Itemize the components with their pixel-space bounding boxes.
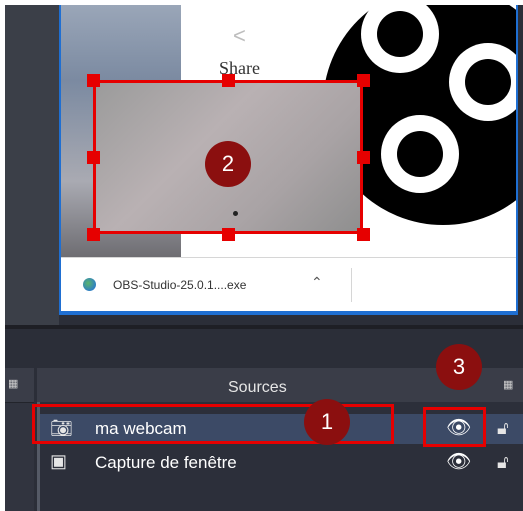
- annotation-badge-2: 2: [205, 141, 251, 187]
- divider: [351, 268, 352, 302]
- sources-title: Sources: [228, 379, 287, 396]
- obs-logo-dot: [465, 59, 511, 105]
- webcam-dot: [233, 211, 238, 216]
- float-dock-icon[interactable]: ▦: [8, 377, 18, 390]
- float-dock-icon[interactable]: ▦: [503, 378, 513, 391]
- resize-handle-bottom-right[interactable]: [357, 228, 370, 241]
- eye-icon[interactable]: 👁︎: [446, 449, 471, 474]
- resize-handle-top-left[interactable]: [87, 74, 100, 87]
- preview-side-strip: [5, 5, 59, 325]
- resize-handle-top-right[interactable]: [357, 74, 370, 87]
- share-icon: <: [233, 23, 246, 48]
- lock-icon[interactable]: 🔓︎: [497, 418, 509, 439]
- globe-icon: [83, 278, 96, 291]
- highlight-visibility-toggle: [423, 407, 486, 447]
- download-bar: OBS-Studio-25.0.1....exe ⌃: [61, 257, 516, 311]
- obs-logo-dot: [377, 11, 423, 57]
- resize-handle-top[interactable]: [222, 74, 235, 87]
- source-label: Capture de fenêtre: [95, 453, 237, 472]
- annotation-badge-3: 3: [436, 344, 482, 390]
- resize-handle-right[interactable]: [357, 151, 370, 164]
- resize-handle-left[interactable]: [87, 151, 100, 164]
- resize-handle-bottom[interactable]: [222, 228, 235, 241]
- dock-splitter[interactable]: [5, 325, 523, 329]
- download-filename[interactable]: OBS-Studio-25.0.1....exe: [113, 278, 246, 292]
- resize-handle-bottom-left[interactable]: [87, 228, 100, 241]
- chevron-up-icon[interactable]: ⌃: [311, 274, 323, 291]
- window-icon: ▣: [50, 451, 68, 471]
- obs-logo-dot: [397, 131, 443, 177]
- annotation-badge-1: 1: [304, 399, 350, 445]
- lock-icon[interactable]: 🔓︎: [497, 452, 509, 473]
